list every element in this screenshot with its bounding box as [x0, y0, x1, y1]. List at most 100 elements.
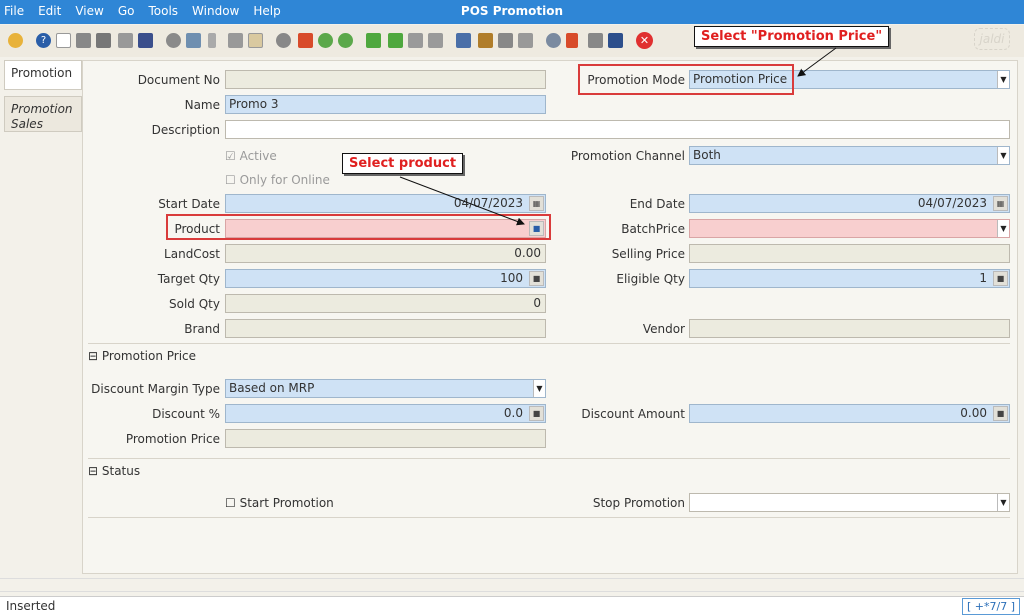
- last-icon[interactable]: [428, 33, 443, 48]
- calendar-icon[interactable]: ▦: [993, 196, 1008, 211]
- delete-icon[interactable]: [96, 33, 111, 48]
- save-icon[interactable]: [138, 33, 153, 48]
- chevron-down-icon[interactable]: ▼: [997, 494, 1009, 511]
- new-icon[interactable]: [56, 33, 71, 48]
- zoom-across-icon[interactable]: [546, 33, 561, 48]
- target-qty-label: Target Qty: [157, 272, 220, 286]
- target-qty-field[interactable]: 100 ■: [225, 269, 546, 288]
- discount-margin-type-value: Based on MRP: [229, 381, 315, 395]
- menu-help[interactable]: Help: [253, 4, 280, 18]
- discount-pct-field[interactable]: 0.0 ■: [225, 404, 546, 423]
- discount-margin-type-select[interactable]: Based on MRP ▼: [225, 379, 546, 398]
- sold-qty-field[interactable]: 0: [225, 294, 546, 313]
- calendar-icon[interactable]: ▦: [529, 196, 544, 211]
- print-preview-icon[interactable]: [518, 33, 533, 48]
- promotion-price-section[interactable]: ⊟ Promotion Price: [88, 343, 1010, 363]
- document-no-field[interactable]: [225, 70, 546, 89]
- zoom-icon[interactable]: [186, 33, 201, 48]
- name-label: Name: [184, 98, 220, 112]
- close-icon[interactable]: ✕: [636, 32, 653, 49]
- only-online-label: Only for Online: [239, 173, 330, 187]
- report-icon[interactable]: [456, 33, 471, 48]
- menu-window[interactable]: Window: [192, 4, 239, 18]
- stop-promotion-label: Stop Promotion: [592, 496, 685, 510]
- menu-go[interactable]: Go: [118, 4, 135, 18]
- refresh-icon[interactable]: [118, 33, 133, 48]
- active-checkbox[interactable]: ☑ Active: [225, 147, 277, 165]
- landcost-field[interactable]: 0.00: [225, 244, 546, 263]
- tab-strip: Promotion Promotion Sales: [4, 60, 82, 138]
- name-field[interactable]: Promo 3: [225, 95, 546, 114]
- horizontal-scrollbar[interactable]: [0, 578, 1024, 592]
- brand-field[interactable]: [225, 319, 546, 338]
- promotion-price-callout: Select "Promotion Price": [694, 26, 890, 47]
- workflow-icon[interactable]: [566, 33, 578, 48]
- archive-icon[interactable]: [478, 33, 493, 48]
- history-icon[interactable]: [248, 33, 263, 48]
- chevron-down-icon[interactable]: ▼: [533, 380, 545, 397]
- discount-amount-label: Discount Amount: [581, 407, 685, 421]
- chevron-down-icon[interactable]: ▼: [997, 220, 1009, 237]
- start-promotion-checkbox[interactable]: ☐ Start Promotion: [225, 494, 334, 512]
- copy-icon[interactable]: [76, 33, 91, 48]
- back-icon[interactable]: [318, 33, 333, 48]
- status-section-title: Status: [101, 464, 141, 478]
- promotion-channel-select[interactable]: Both ▼: [689, 146, 1010, 165]
- batch-price-select[interactable]: ▼: [689, 219, 1010, 238]
- menu-view[interactable]: View: [75, 4, 103, 18]
- description-field[interactable]: [225, 120, 1010, 139]
- menu-edit[interactable]: Edit: [38, 4, 61, 18]
- product-highlight: [166, 214, 551, 240]
- prev-icon[interactable]: [388, 33, 403, 48]
- title-bar: File Edit View Go Tools Window Help POS …: [0, 0, 1024, 24]
- end-date-value: 04/07/2023: [917, 196, 987, 210]
- landcost-label: LandCost: [164, 247, 220, 261]
- eligible-qty-field[interactable]: 1 ■: [689, 269, 1010, 288]
- jaldi-logo: jaldi: [974, 28, 1010, 50]
- chevron-down-icon[interactable]: ▼: [997, 147, 1009, 164]
- promotion-channel-value: Both: [693, 148, 721, 162]
- menu-bar: File Edit View Go Tools Window Help: [4, 4, 295, 18]
- promotion-price-field[interactable]: [225, 429, 546, 448]
- eligible-qty-label: Eligible Qty: [616, 272, 685, 286]
- tab-promotion[interactable]: Promotion: [4, 60, 82, 90]
- stop-promotion-select[interactable]: ▼: [689, 493, 1010, 512]
- help-icon[interactable]: ?: [36, 33, 51, 48]
- vendor-field[interactable]: [689, 319, 1010, 338]
- discount-pct-value: 0.0: [503, 406, 523, 420]
- forward-icon[interactable]: [338, 33, 353, 48]
- calculator-icon[interactable]: ■: [529, 406, 544, 421]
- undo-icon[interactable]: [8, 33, 23, 48]
- end-date-field[interactable]: 04/07/2023 ▦: [689, 194, 1010, 213]
- calendar-icon[interactable]: [608, 33, 623, 48]
- lock-icon[interactable]: [276, 33, 291, 48]
- next-icon[interactable]: [408, 33, 423, 48]
- batch-price-label: BatchPrice: [621, 222, 685, 236]
- vendor-label: Vendor: [642, 322, 685, 336]
- calculator-icon[interactable]: ■: [529, 271, 544, 286]
- chat-icon[interactable]: [228, 33, 243, 48]
- calculator-icon[interactable]: ■: [993, 271, 1008, 286]
- chevron-down-icon[interactable]: ▼: [997, 71, 1009, 88]
- product-callout: Select product: [342, 153, 464, 174]
- requery-icon[interactable]: [166, 33, 181, 48]
- attach-icon[interactable]: [208, 33, 216, 48]
- start-date-field[interactable]: 04/07/2023 ▦: [225, 194, 546, 213]
- product-info-icon[interactable]: [588, 33, 603, 48]
- document-no-label: Document No: [137, 73, 220, 87]
- start-date-label: Start Date: [158, 197, 220, 211]
- tab-promotion-sales[interactable]: Promotion Sales: [4, 96, 82, 132]
- menu-file[interactable]: File: [4, 4, 24, 18]
- print-icon[interactable]: [498, 33, 513, 48]
- discount-amount-field[interactable]: 0.00 ■: [689, 404, 1010, 423]
- menu-tools[interactable]: Tools: [148, 4, 178, 18]
- first-icon[interactable]: [366, 33, 381, 48]
- status-section[interactable]: ⊟ Status: [88, 458, 1010, 478]
- only-online-checkbox[interactable]: ☐ Only for Online: [225, 171, 330, 189]
- home-icon[interactable]: [298, 33, 313, 48]
- active-label: Active: [239, 149, 277, 163]
- calculator-icon[interactable]: ■: [993, 406, 1008, 421]
- record-navigator[interactable]: [ +*7/7 ]: [962, 598, 1020, 615]
- selling-price-field[interactable]: [689, 244, 1010, 263]
- discount-margin-type-label: Discount Margin Type: [91, 382, 220, 396]
